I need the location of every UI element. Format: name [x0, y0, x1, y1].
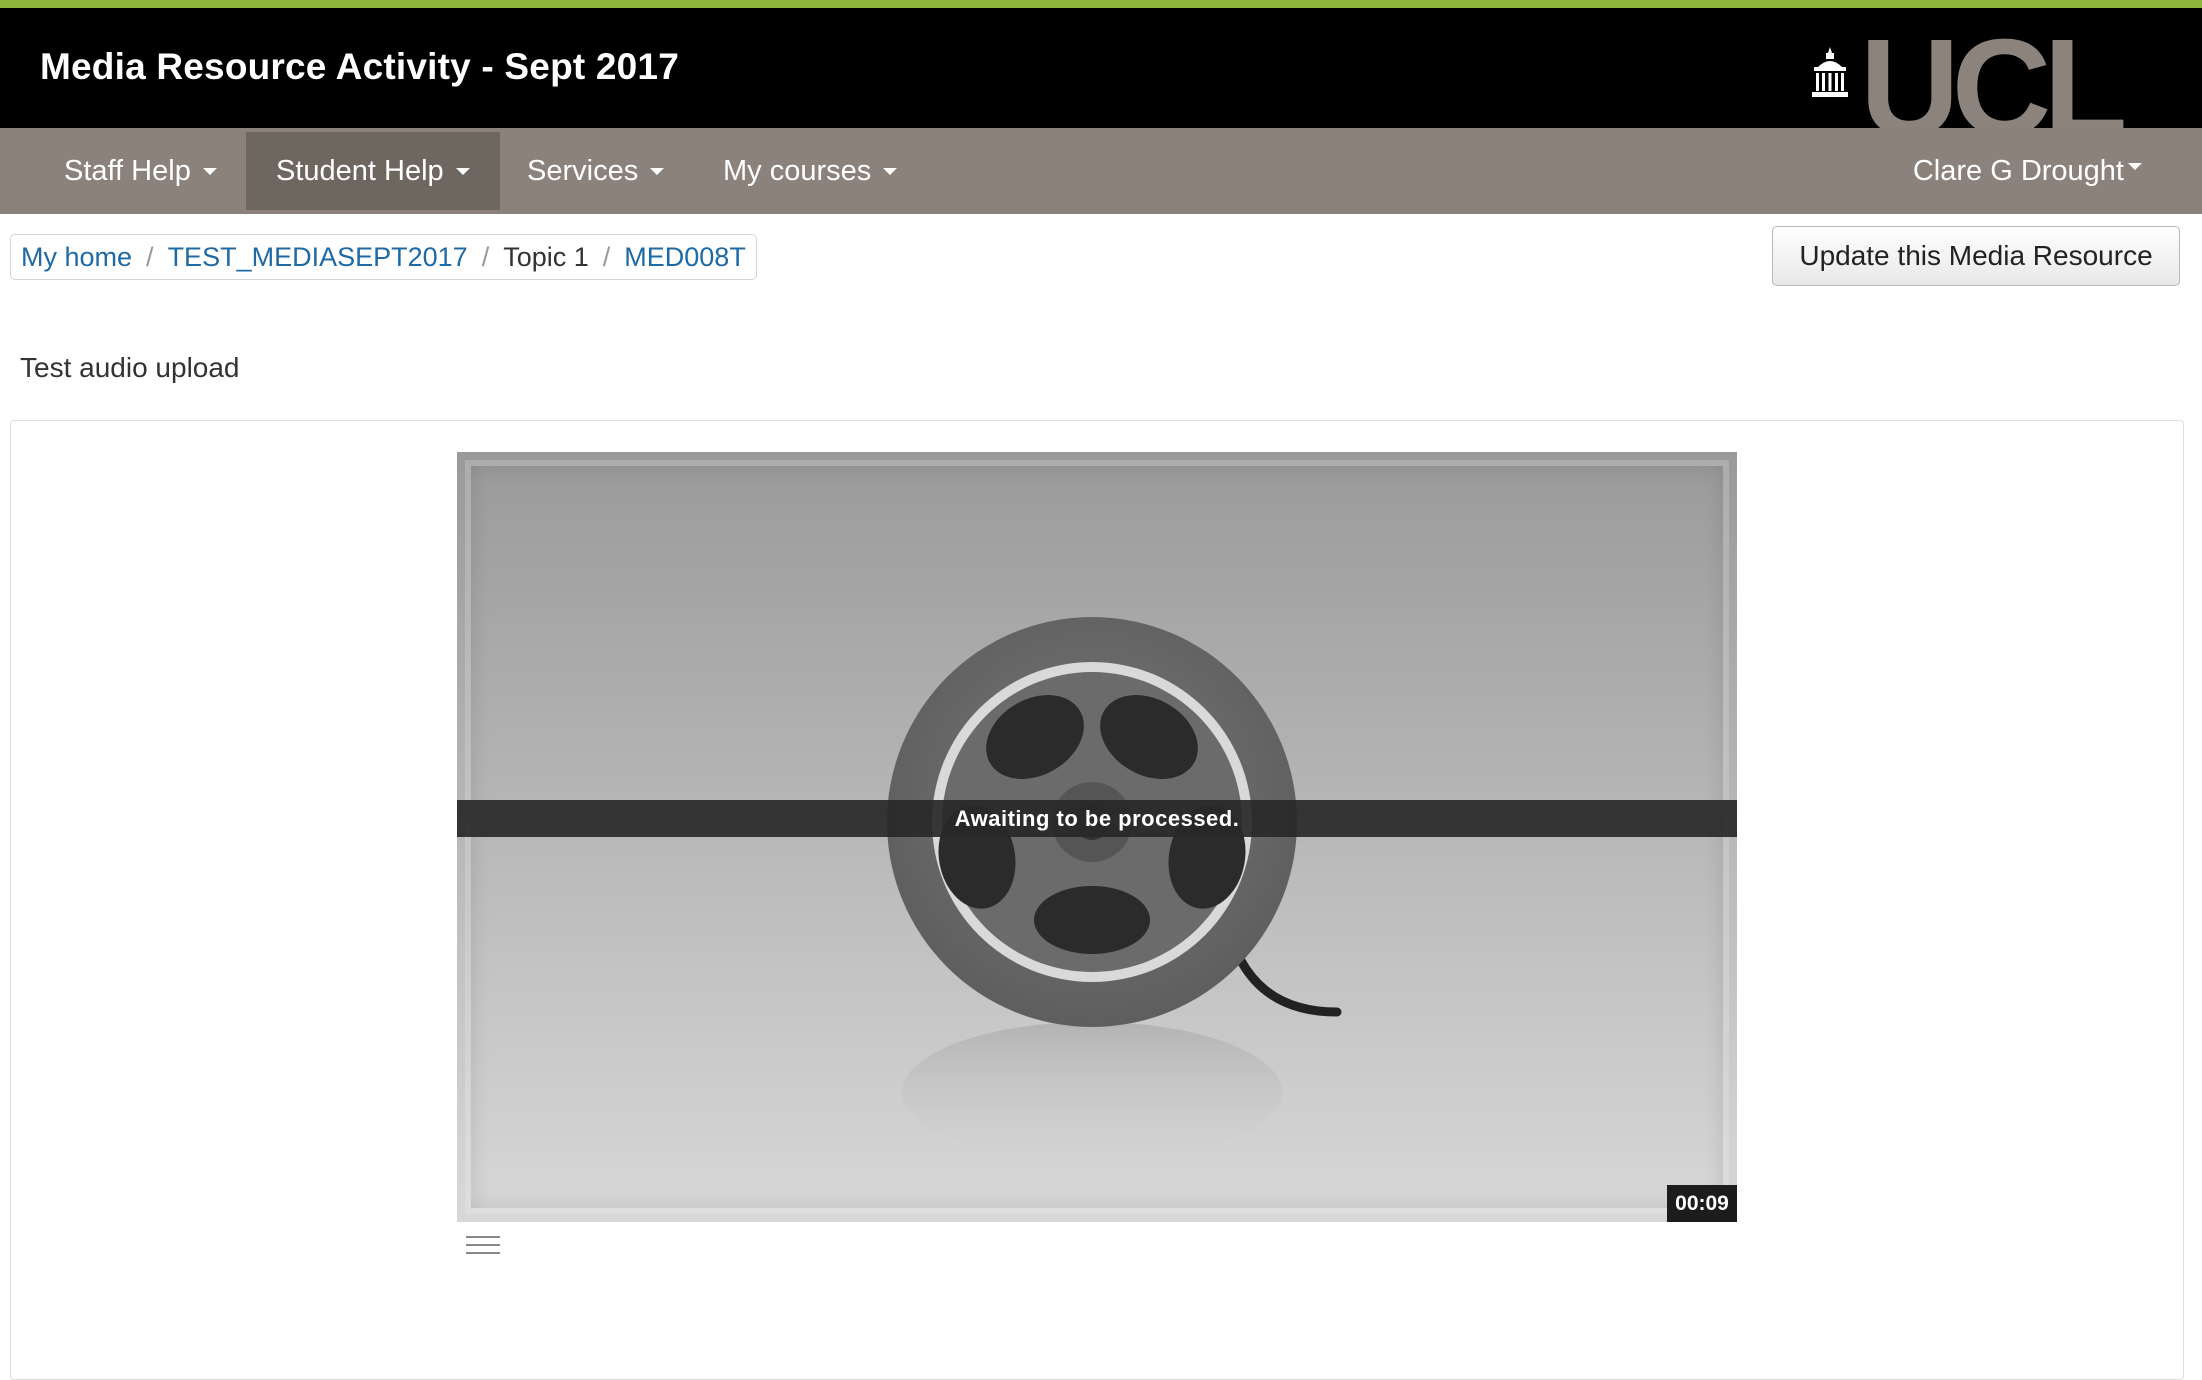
user-name: Clare G Drought [1912, 154, 2124, 187]
logo-wordmark: UCL [1860, 11, 2128, 165]
breadcrumb-topic: Topic 1 [503, 241, 589, 272]
site-header: Media Resource Activity - Sept 2017 UCL [0, 8, 2202, 157]
breadcrumb-separator: / [146, 241, 154, 272]
nav-label: Student Help [276, 154, 444, 187]
processing-status: Awaiting to be processed. [457, 800, 1737, 837]
nav-label: Staff Help [64, 154, 191, 187]
breadcrumb-separator: / [481, 241, 490, 272]
film-reel-icon [887, 617, 1342, 1162]
breadcrumb-separator: / [602, 241, 611, 272]
caret-down-icon [2128, 162, 2142, 170]
top-accent-bar [0, 0, 2202, 8]
hamburger-menu-icon[interactable] [466, 1236, 500, 1260]
nav-my-courses[interactable]: My courses [693, 132, 927, 210]
caret-down-icon [883, 167, 898, 175]
nav-staff-help[interactable]: Staff Help [34, 132, 247, 210]
update-media-resource-button[interactable]: Update this Media Resource [1772, 226, 2180, 286]
caret-down-icon [650, 167, 665, 175]
caret-down-icon [202, 167, 217, 175]
ucl-logo[interactable]: UCL [1810, 11, 2128, 165]
breadcrumb-my-home[interactable]: My home [21, 242, 132, 273]
duration-badge: 00:09 [1667, 1185, 1737, 1222]
nav-services[interactable]: Services [497, 132, 694, 210]
media-player[interactable] [457, 452, 1737, 1222]
site-title[interactable]: Media Resource Activity - Sept 2017 [40, 46, 679, 88]
breadcrumb-resource[interactable]: MED008T [624, 242, 746, 273]
breadcrumb-course[interactable]: TEST_MEDIASEPT2017 [168, 242, 468, 273]
user-menu[interactable]: Clare G Drought [1913, 128, 2142, 214]
nav-label: Services [527, 154, 639, 187]
breadcrumb: My home / TEST_MEDIASEPT2017 / Topic 1 /… [10, 234, 757, 280]
nav-label: My courses [723, 154, 872, 187]
portico-icon [1812, 47, 1848, 97]
nav-student-help[interactable]: Student Help [246, 132, 500, 210]
caret-down-icon [455, 167, 470, 175]
resource-description: Test audio upload [20, 352, 240, 383]
main-navbar: Staff Help Student Help Services My cour… [0, 128, 2202, 214]
